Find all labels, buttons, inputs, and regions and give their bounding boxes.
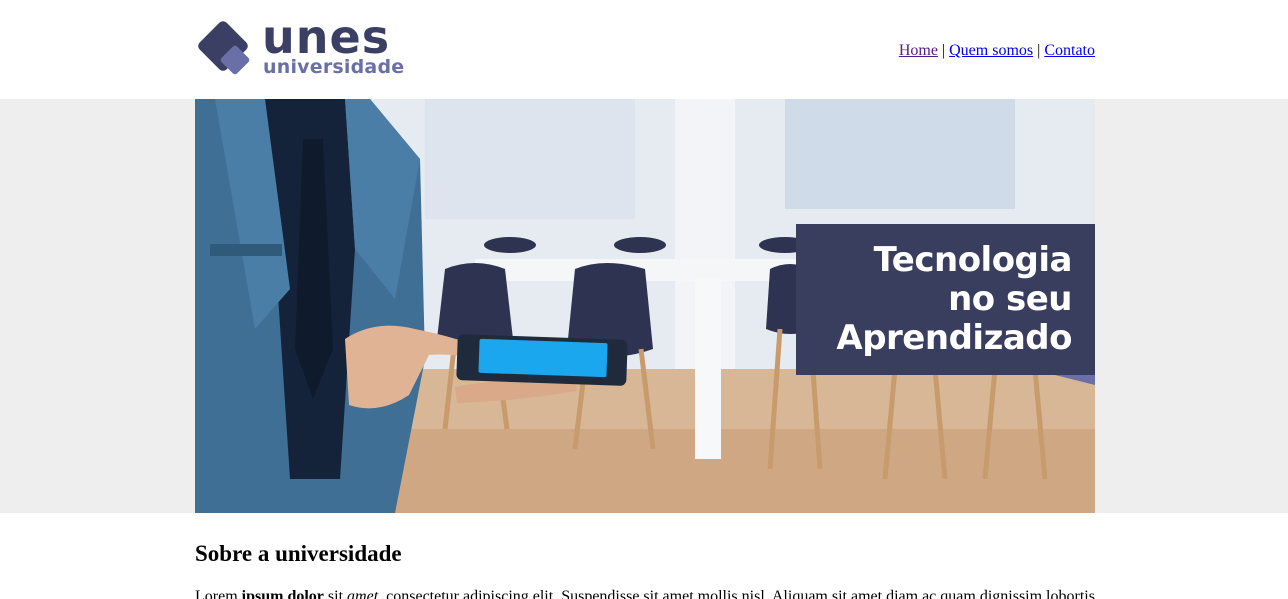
site-header: unes universidade Home | Quem somos | Co… [195, 0, 1095, 99]
logo-subtitle: universidade [263, 56, 405, 78]
tagline-line-3: Aprendizado [836, 318, 1072, 358]
nav-link-contato[interactable]: Contato [1044, 42, 1095, 59]
nav-separator: | [941, 42, 946, 59]
paragraph-italic-text: amet [347, 588, 379, 599]
paragraph-text-1: Lorem [195, 588, 242, 599]
section-paragraph: Lorem ipsum dolor sit amet, consectetur … [195, 587, 1099, 599]
logo-diamond-icon [198, 21, 250, 75]
tagline-line-2: no seu [948, 279, 1072, 319]
hero-tagline: Tecnologia no seu Aprendizado [796, 224, 1095, 375]
nav-separator: | [1037, 42, 1041, 59]
hero-banner: Tecnologia no seu Aprendizado [195, 99, 1095, 513]
main-nav: Home | Quem somos | Contato [899, 41, 1095, 61]
paragraph-text-3: , consectetur adipiscing elit. Suspendis… [378, 588, 1099, 599]
banner-band: Tecnologia no seu Aprendizado [0, 99, 1288, 513]
tagline-line-1: Tecnologia [873, 240, 1073, 280]
nav-link-quem-somos[interactable]: Quem somos [949, 42, 1033, 59]
nav-link-home[interactable]: Home [899, 42, 938, 59]
section-heading: Sobre a universidade [195, 541, 402, 566]
paragraph-bold-text: ipsum dolor [241, 588, 324, 599]
tagline-accent [1055, 375, 1095, 385]
site-logo[interactable]: unes universidade [195, 14, 410, 80]
logo-wordmark: unes [262, 10, 391, 64]
main-content: Sobre a universidade Lorem ipsum dolor s… [195, 541, 1099, 599]
paragraph-text-2: sit [323, 588, 348, 599]
